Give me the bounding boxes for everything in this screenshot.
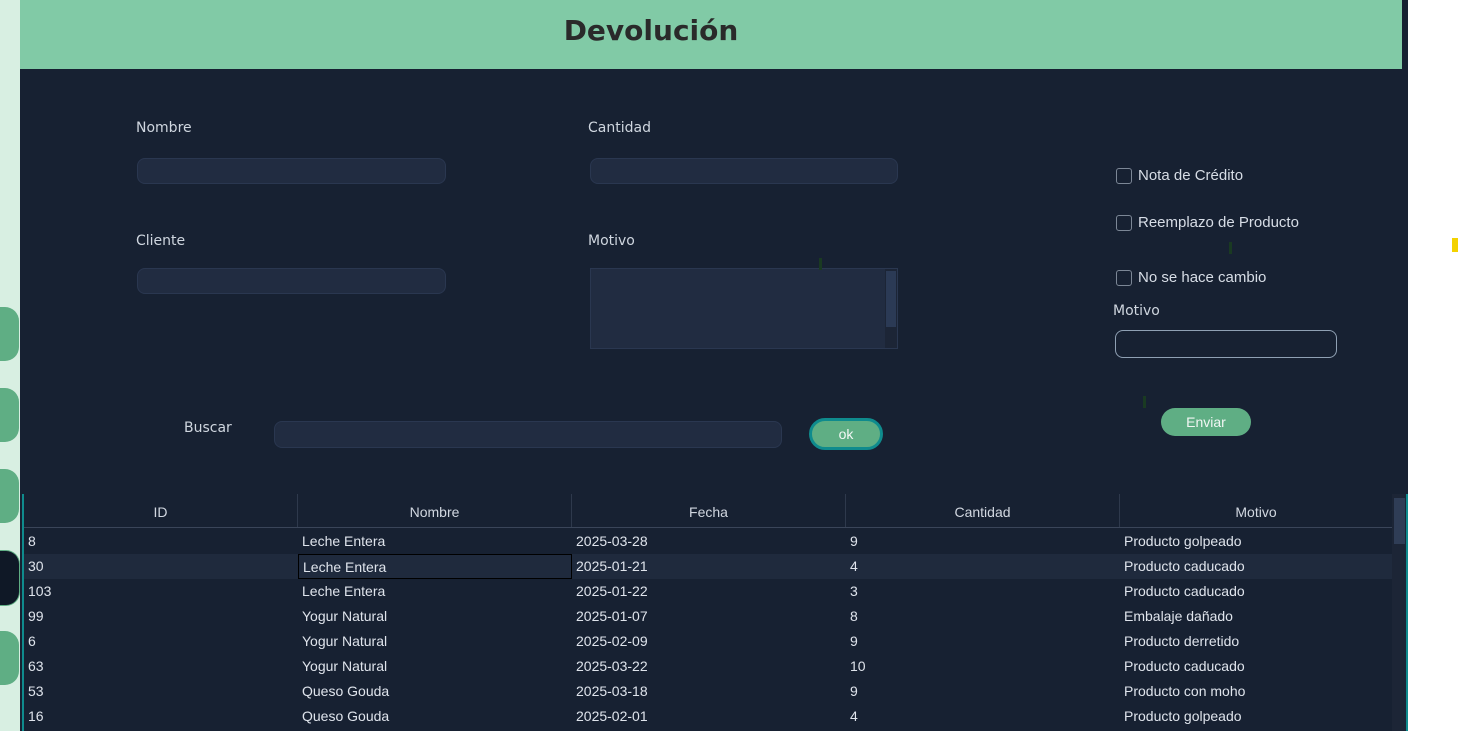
buscar-input[interactable] — [274, 421, 782, 448]
cursor-mark-3 — [1143, 396, 1146, 408]
motivo-option-label: Motivo — [1113, 303, 1160, 319]
reemplazo-option[interactable]: Reemplazo de Producto — [1116, 214, 1299, 231]
sidebar-tab-1[interactable] — [0, 307, 19, 361]
cell-cantidad[interactable]: 3 — [846, 579, 1120, 604]
cell-fecha[interactable]: 2025-03-18 — [572, 679, 846, 704]
table-row[interactable]: 6 Yogur Natural 2025-02-09 9 Producto de… — [24, 629, 1392, 654]
table-row[interactable]: 103 Leche Entera 2025-01-22 3 Producto c… — [24, 579, 1392, 604]
no-cambio-option[interactable]: No se hace cambio — [1116, 269, 1266, 286]
cell-id[interactable]: 16 — [24, 704, 298, 729]
motivo-textarea[interactable] — [590, 268, 898, 349]
cursor-mark-2 — [1229, 242, 1232, 254]
header-bar: Devolución — [20, 0, 1402, 69]
left-sidebar-strip — [0, 0, 20, 731]
cell-fecha[interactable]: 2025-01-21 — [572, 554, 846, 579]
cell-fecha[interactable]: 2025-01-07 — [572, 604, 846, 629]
column-header-cantidad[interactable]: Cantidad — [846, 494, 1120, 527]
cell-cantidad[interactable]: 8 — [846, 604, 1120, 629]
column-header-motivo[interactable]: Motivo — [1120, 494, 1392, 527]
cell-nombre[interactable]: Yogur Natural — [298, 629, 572, 654]
cell-motivo[interactable]: Producto golpeado — [1120, 704, 1392, 729]
cell-cantidad[interactable]: 4 — [846, 704, 1120, 729]
cell-cantidad[interactable]: 10 — [846, 654, 1120, 679]
cell-cantidad[interactable]: 9 — [846, 679, 1120, 704]
no-cambio-label: No se hace cambio — [1138, 269, 1267, 286]
table-row-selected[interactable]: 30 Leche Entera 2025-01-21 4 Producto ca… — [24, 554, 1392, 579]
table-row[interactable]: 16 Queso Gouda 2025-02-01 4 Producto gol… — [24, 704, 1392, 729]
cell-nombre[interactable]: Yogur Natural — [298, 654, 572, 679]
cell-fecha[interactable]: 2025-02-09 — [572, 629, 846, 654]
nota-credito-label: Nota de Crédito — [1138, 167, 1244, 184]
table-row[interactable]: 8 Leche Entera 2025-03-28 9 Producto gol… — [24, 529, 1392, 554]
reemplazo-label: Reemplazo de Producto — [1138, 214, 1299, 231]
cantidad-label: Cantidad — [588, 120, 651, 136]
table-row[interactable]: 99 Yogur Natural 2025-01-07 8 Embalaje d… — [24, 604, 1392, 629]
column-header-fecha[interactable]: Fecha — [572, 494, 846, 527]
cell-nombre[interactable]: Leche Entera — [298, 579, 572, 604]
cell-nombre[interactable]: Leche Entera — [298, 529, 572, 554]
table-row[interactable]: 53 Queso Gouda 2025-03-18 9 Producto con… — [24, 679, 1392, 704]
no-cambio-checkbox[interactable] — [1116, 269, 1132, 286]
cell-nombre[interactable]: Queso Gouda — [298, 704, 572, 729]
nombre-field[interactable] — [137, 158, 446, 184]
sidebar-tab-3[interactable] — [0, 469, 19, 523]
cell-motivo[interactable]: Producto con moho — [1120, 679, 1392, 704]
textarea-scrollbar[interactable] — [885, 269, 897, 348]
column-header-id[interactable]: ID — [24, 494, 298, 527]
cell-nombre-focused[interactable]: Leche Entera — [298, 554, 572, 579]
cell-id[interactable]: 30 — [24, 554, 298, 579]
cell-id[interactable]: 8 — [24, 529, 298, 554]
table-scrollbar[interactable] — [1392, 494, 1406, 731]
column-header-nombre[interactable]: Nombre — [298, 494, 572, 527]
cell-fecha[interactable]: 2025-03-22 — [572, 654, 846, 679]
cell-id[interactable]: 99 — [24, 604, 298, 629]
textarea-scroll-thumb[interactable] — [886, 271, 896, 327]
cell-id[interactable]: 63 — [24, 654, 298, 679]
sidebar-tab-5[interactable] — [0, 631, 19, 685]
devoluciones-table: ID Nombre Fecha Cantidad Motivo 8 Leche … — [22, 494, 1408, 731]
sidebar-tab-active[interactable] — [0, 550, 20, 606]
edge-marker — [1452, 238, 1458, 252]
cell-cantidad[interactable]: 9 — [846, 629, 1120, 654]
cell-cantidad[interactable]: 4 — [846, 554, 1120, 579]
enviar-button[interactable]: Enviar — [1161, 408, 1251, 436]
nota-credito-option[interactable]: Nota de Crédito — [1116, 167, 1243, 184]
cell-motivo[interactable]: Producto caducado — [1120, 554, 1392, 579]
cursor-mark — [819, 258, 822, 270]
motivo-option-field[interactable] — [1115, 330, 1337, 358]
devolucion-panel: Devolución Nombre Cantidad Cliente Motiv… — [20, 0, 1408, 731]
cantidad-field[interactable] — [590, 158, 898, 184]
cell-nombre[interactable]: Queso Gouda — [298, 679, 572, 704]
nombre-label: Nombre — [136, 120, 192, 136]
cell-id[interactable]: 6 — [24, 629, 298, 654]
cliente-field[interactable] — [137, 268, 446, 294]
cell-motivo[interactable]: Producto derretido — [1120, 629, 1392, 654]
ok-button[interactable]: ok — [809, 418, 883, 450]
motivo-label: Motivo — [588, 233, 635, 249]
page-title: Devolución — [563, 14, 739, 47]
table-row[interactable]: 63 Yogur Natural 2025-03-22 10 Producto … — [24, 654, 1392, 679]
cell-fecha[interactable]: 2025-01-22 — [572, 579, 846, 604]
cell-motivo[interactable]: Producto golpeado — [1120, 529, 1392, 554]
sidebar-tab-2[interactable] — [0, 388, 19, 442]
cell-id[interactable]: 53 — [24, 679, 298, 704]
cell-fecha[interactable]: 2025-02-01 — [572, 704, 846, 729]
table-header: ID Nombre Fecha Cantidad Motivo — [24, 494, 1392, 528]
buscar-label: Buscar — [184, 420, 232, 436]
cliente-label: Cliente — [136, 233, 186, 249]
reemplazo-checkbox[interactable] — [1116, 214, 1132, 231]
cell-fecha[interactable]: 2025-03-28 — [572, 529, 846, 554]
cell-id[interactable]: 103 — [24, 579, 298, 604]
cell-nombre[interactable]: Yogur Natural — [298, 604, 572, 629]
cell-motivo[interactable]: Producto caducado — [1120, 654, 1392, 679]
cell-cantidad[interactable]: 9 — [846, 529, 1120, 554]
table-scroll-thumb[interactable] — [1394, 498, 1405, 544]
cell-motivo[interactable]: Producto caducado — [1120, 579, 1392, 604]
nota-credito-checkbox[interactable] — [1116, 167, 1132, 184]
cell-motivo[interactable]: Embalaje dañado — [1120, 604, 1392, 629]
